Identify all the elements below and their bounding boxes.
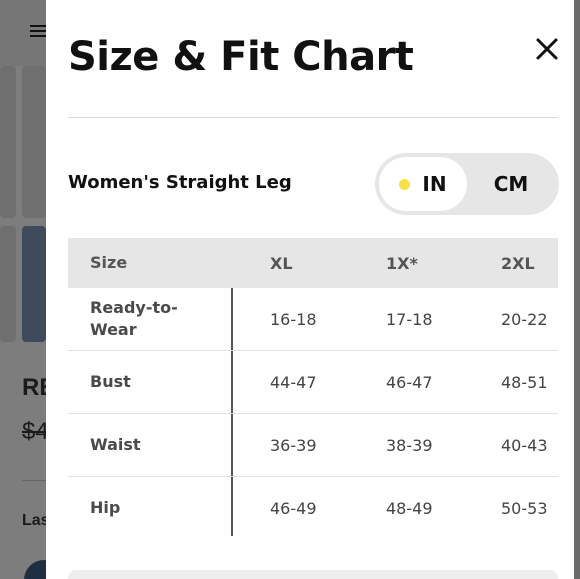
background-edge — [574, 0, 580, 579]
unit-toggle[interactable]: IN CM — [375, 153, 559, 215]
size-table: Size XL 1X* 2XL Ready-to-Wear 16-18 17-1… — [68, 238, 558, 539]
product-thumbnail — [22, 226, 46, 342]
table-cell: 50-53 — [501, 498, 548, 518]
product-thumbnail — [0, 226, 16, 342]
title-divider — [68, 117, 558, 118]
row-label: Ready-to-Wear — [90, 298, 178, 339]
product-thumbnail — [22, 66, 46, 218]
background-price: $4 — [22, 418, 49, 445]
table-row: Bust 44-47 46-47 48-51 — [68, 351, 558, 414]
row-label: Hip — [90, 498, 121, 517]
table-cell: 36-39 — [270, 435, 317, 455]
table-cell: 20-22 — [501, 309, 548, 329]
table-cell: 46-47 — [386, 372, 433, 392]
unit-option-cm-label: CM — [493, 172, 529, 196]
fit-label: Women's Straight Leg — [68, 172, 292, 193]
table-header-row: Size XL 1X* 2XL — [68, 238, 558, 288]
background-divider — [22, 480, 46, 481]
table-cell: 38-39 — [386, 435, 433, 455]
hamburger-menu-icon[interactable] — [30, 22, 46, 38]
table-row: Waist 36-39 38-39 40-43 — [68, 414, 558, 477]
table-cell: 48-49 — [386, 498, 433, 518]
table-header-cell: XL — [270, 253, 293, 273]
table-row: Ready-to-Wear 16-18 17-18 20-22 — [68, 288, 558, 351]
unit-option-in[interactable]: IN — [379, 157, 467, 211]
table-cell: 40-43 — [501, 435, 548, 455]
unit-option-cm[interactable]: CM — [467, 157, 555, 211]
row-label: Waist — [90, 435, 141, 454]
table-header-cell: 1X* — [386, 253, 418, 273]
row-label: Bust — [90, 372, 131, 391]
dot-icon — [399, 178, 411, 190]
table-cell: 48-51 — [501, 372, 548, 392]
close-button[interactable] — [532, 34, 562, 64]
table-cell: 46-49 — [270, 498, 317, 518]
table-header-cell: 2XL — [501, 253, 535, 273]
table-cell: 17-18 — [386, 309, 433, 329]
table-header-cell: Size — [90, 253, 128, 272]
close-icon — [536, 38, 558, 60]
table-cell: 16-18 — [270, 309, 317, 329]
size-fit-modal: Size & Fit Chart Women's Straight Leg IN… — [46, 0, 574, 579]
bottom-panel — [68, 570, 558, 579]
product-thumbnail — [0, 66, 16, 218]
table-row: Hip 46-49 48-49 50-53 — [68, 477, 558, 539]
modal-title: Size & Fit Chart — [68, 34, 414, 80]
table-cell: 44-47 — [270, 372, 317, 392]
unit-option-in-label: IN — [422, 172, 447, 196]
